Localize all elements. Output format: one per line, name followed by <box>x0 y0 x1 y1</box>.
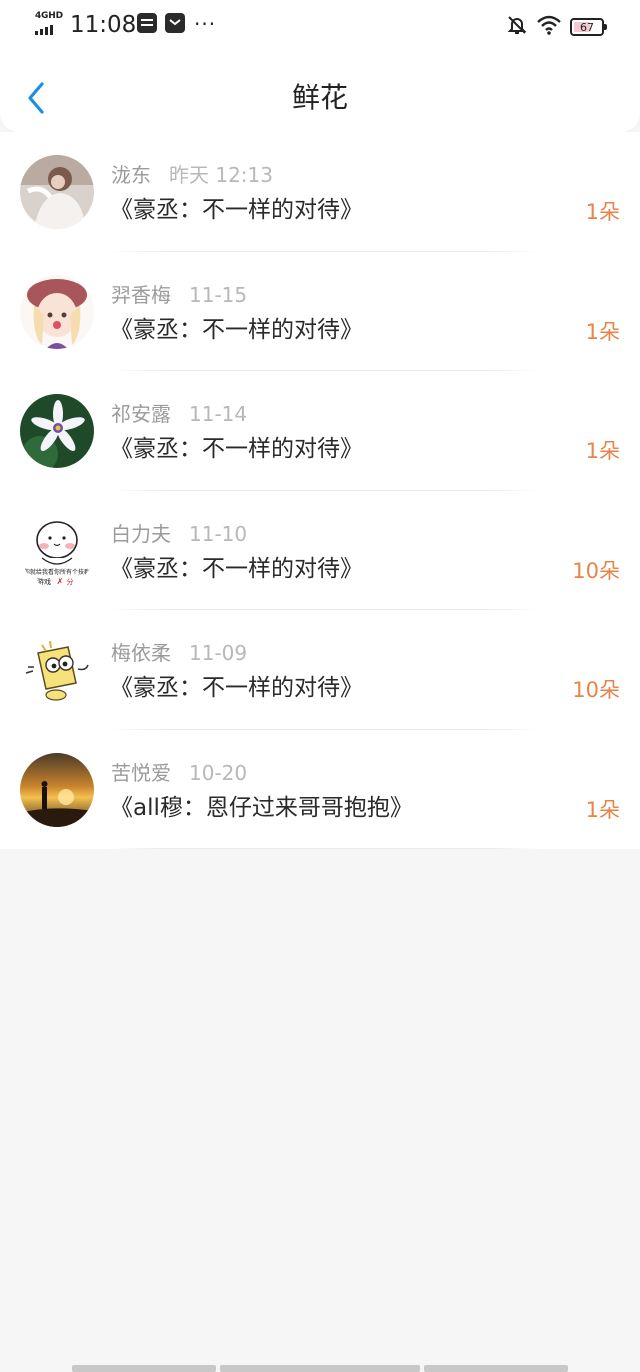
flower-count: 1朵 <box>585 439 620 463</box>
svg-text:✗: ✗ <box>57 577 64 586</box>
list-item[interactable]: 羿香梅 11-15 《豪丞：不一样的对待》 1朵 <box>0 251 640 371</box>
user-name[interactable]: 祁安露 <box>111 402 171 426</box>
list-item[interactable]: 梅依柔 11-09 《豪丞：不一样的对待》 10朵 <box>0 610 640 730</box>
user-name[interactable]: 白力夫 <box>111 522 171 546</box>
book-title[interactable]: 《豪丞：不一样的对待》 <box>110 433 363 465</box>
avatar[interactable]: 你就给我看你所有个技群 游戏 ✗ 分 <box>20 513 94 588</box>
flower-count: 10朵 <box>572 678 620 702</box>
user-line: 祁安露 11-14 <box>111 401 247 427</box>
timestamp: 11-09 <box>189 641 248 665</box>
user-name[interactable]: 苦悦爱 <box>111 761 171 785</box>
navigation-bar: 鲜花 <box>0 62 640 132</box>
avatar[interactable] <box>20 155 94 229</box>
book-title[interactable]: 《豪丞：不一样的对待》 <box>110 194 363 226</box>
list-item[interactable]: 苦悦爱 10-20 《all穆：恩仔过来哥哥抱抱》 1朵 <box>0 729 640 849</box>
battery-level: 67 <box>580 20 594 34</box>
status-time: 11:08 <box>70 12 137 38</box>
book-title[interactable]: 《all穆：恩仔过来哥哥抱抱》 <box>110 792 413 824</box>
avatar[interactable] <box>20 633 94 707</box>
user-line: 梅依柔 11-09 <box>111 640 247 666</box>
book-title[interactable]: 《豪丞：不一样的对待》 <box>110 553 363 585</box>
home-indicator <box>424 1365 568 1372</box>
sim-card-icon <box>137 13 157 33</box>
status-bar: 4GHD 11:08 ··· 67 <box>0 0 640 52</box>
book-title[interactable]: 《豪丞：不一样的对待》 <box>110 672 363 704</box>
timestamp: 昨天 12:13 <box>169 163 273 187</box>
home-indicator <box>72 1365 216 1372</box>
flower-count: 1朵 <box>585 200 620 224</box>
divider <box>110 848 540 849</box>
flower-count: 1朵 <box>585 319 620 344</box>
page-title: 鲜花 <box>291 81 348 114</box>
timestamp: 11-10 <box>189 521 248 546</box>
user-line: 苦悦爱 10-20 <box>111 760 247 786</box>
message-icon <box>165 13 185 33</box>
user-name[interactable]: 羿香梅 <box>111 283 171 307</box>
signal-icon: 4GHD <box>35 11 63 36</box>
battery-icon: 67 <box>570 18 607 36</box>
flower-count: 1朵 <box>585 797 620 822</box>
home-indicator <box>220 1365 420 1372</box>
timestamp: 11-14 <box>189 402 248 426</box>
avatar[interactable] <box>20 752 94 827</box>
user-line: 泷东 昨天 12:13 <box>111 162 273 188</box>
user-name[interactable]: 梅依柔 <box>111 641 171 665</box>
timestamp: 10-20 <box>189 760 248 785</box>
list-item[interactable]: 祁安露 11-14 《豪丞：不一样的对待》 1朵 <box>0 371 640 491</box>
sticker-caption: 分 <box>67 577 74 586</box>
timestamp: 11-15 <box>189 282 248 307</box>
header: 4GHD 11:08 ··· 67 鲜花 <box>0 0 640 132</box>
wifi-icon <box>536 14 562 40</box>
avatar[interactable] <box>20 394 94 468</box>
network-type: 4GHD <box>35 11 63 21</box>
flower-records-screen: 4GHD 11:08 ··· 67 鲜花 泷东 昨天 12:13 《豪丞：不一样… <box>0 0 640 1372</box>
flower-record-list: 泷东 昨天 12:13 《豪丞：不一样的对待》 1朵 羿香梅 11-15 《豪丞… <box>0 132 640 849</box>
book-title[interactable]: 《豪丞：不一样的对待》 <box>110 314 363 346</box>
user-name[interactable]: 泷东 <box>111 163 151 187</box>
list-item[interactable]: 你就给我看你所有个技群 游戏 ✗ 分 白力夫 11-10 《豪丞：不一样的对待》 … <box>0 490 640 610</box>
flower-count: 10朵 <box>572 558 620 583</box>
mute-bell-icon <box>506 14 528 40</box>
list-item[interactable]: 泷东 昨天 12:13 《豪丞：不一样的对待》 1朵 <box>0 132 640 252</box>
user-line: 白力夫 11-10 <box>111 521 247 547</box>
sticker-caption: 你就给我看你所有个技群 <box>24 568 90 576</box>
sticker-caption: 游戏 <box>37 577 51 586</box>
user-line: 羿香梅 11-15 <box>111 282 247 308</box>
avatar[interactable] <box>20 274 94 349</box>
more-notifications-icon: ··· <box>194 12 217 36</box>
